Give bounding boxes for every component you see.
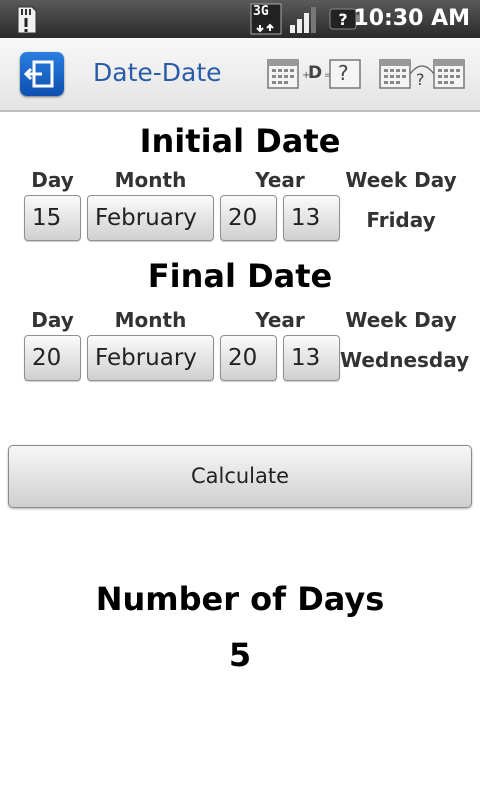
action-bar: Date-Date + = D ? ?	[0, 38, 480, 112]
days-between-mode-icon[interactable]: ?	[378, 56, 466, 92]
initial-date-title: Initial Date	[139, 122, 341, 160]
number-of-days-value: 5	[228, 636, 252, 674]
svg-text:?: ?	[338, 10, 347, 29]
initial-year-century-field[interactable]: 20	[220, 195, 277, 241]
add-days-mode-icon[interactable]: + = D ?	[266, 56, 362, 92]
final-month-label: Month	[114, 308, 187, 332]
final-year-label: Year	[255, 308, 305, 332]
days-between-question-label: ?	[416, 70, 425, 89]
initial-weekday-label: Week Day	[345, 168, 457, 192]
initial-month-field[interactable]: February	[87, 195, 214, 241]
status-time: 10:30 AM	[353, 6, 470, 31]
number-of-days-label: Number of Days	[95, 580, 385, 618]
final-month-field[interactable]: February	[87, 335, 214, 381]
status-bar: 3G ? 10:30 AM	[0, 0, 480, 38]
sd-card-alert-icon	[17, 6, 37, 34]
initial-day-field[interactable]: 15	[24, 195, 81, 241]
signal-strength-icon	[290, 7, 316, 33]
network-type-label: 3G	[253, 4, 269, 19]
add-days-d-label: D	[308, 63, 323, 83]
final-weekday-label: Week Day	[345, 308, 457, 332]
exit-door-icon[interactable]	[20, 52, 64, 96]
initial-weekday-value: Friday	[366, 208, 436, 232]
initial-year-decade-field[interactable]: 13	[283, 195, 340, 241]
calculate-button[interactable]: Calculate	[8, 445, 472, 508]
add-days-question-label: ?	[338, 61, 349, 85]
initial-month-label: Month	[114, 168, 187, 192]
final-year-century-field[interactable]: 20	[220, 335, 277, 381]
initial-day-label: Day	[31, 168, 74, 192]
initial-year-label: Year	[255, 168, 305, 192]
app-title: Date-Date	[93, 58, 222, 87]
3g-data-icon: 3G	[250, 3, 282, 35]
final-date-title: Final Date	[147, 257, 333, 295]
final-day-field[interactable]: 20	[24, 335, 81, 381]
final-year-decade-field[interactable]: 13	[283, 335, 340, 381]
final-day-label: Day	[31, 308, 74, 332]
final-weekday-value: Wednesday	[340, 348, 470, 372]
